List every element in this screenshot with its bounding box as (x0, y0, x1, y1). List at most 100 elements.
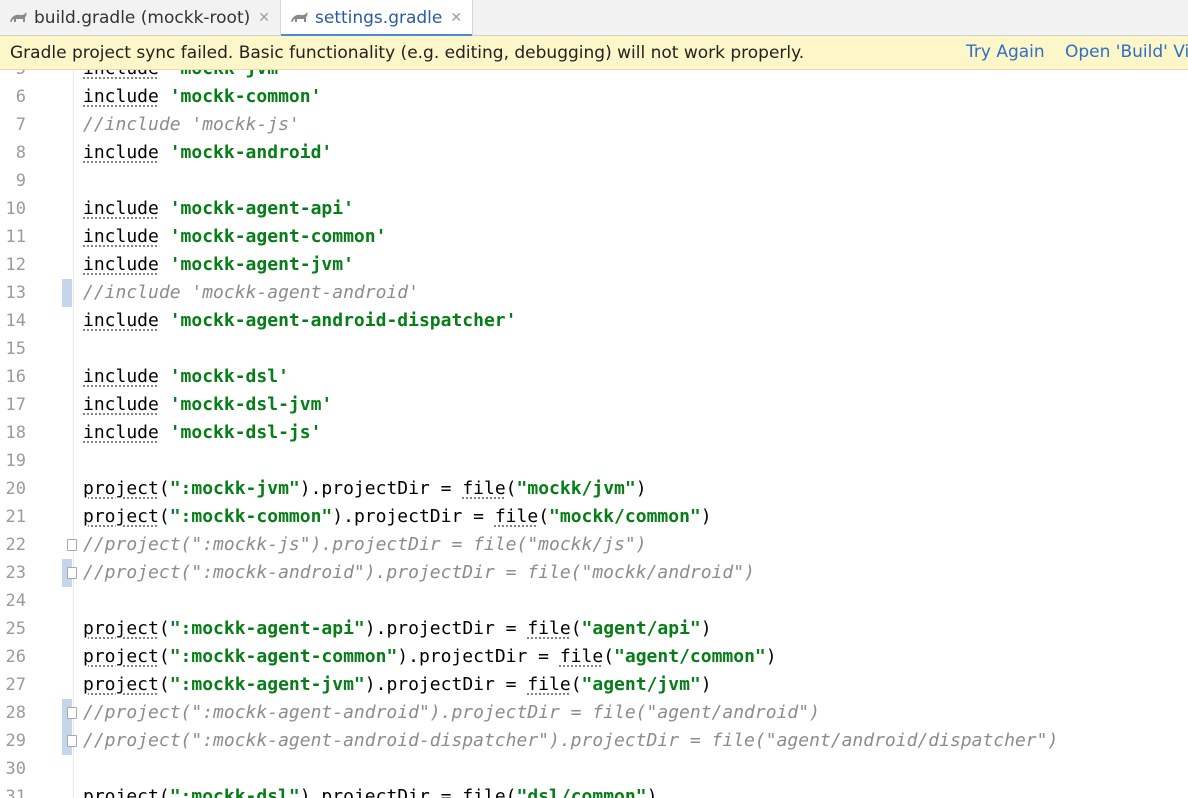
code-punctuation: ) (700, 674, 712, 695)
fold-icon[interactable] (67, 539, 77, 551)
change-marker[interactable] (62, 279, 72, 307)
code-identifier: include (83, 366, 159, 387)
code-identifier: project (83, 506, 159, 527)
open-build-view-link[interactable]: Open 'Build' View (1065, 42, 1188, 62)
line-number: 12 (5, 255, 26, 275)
code-comment: //project(":mockk-agent-android-dispatch… (83, 730, 1059, 751)
line-number: 23 (5, 563, 26, 583)
close-icon[interactable]: ✕ (450, 10, 462, 26)
code-identifier: file (559, 646, 604, 667)
code-line[interactable]: 28 //project(":mockk-agent-android").proj… (0, 699, 1188, 727)
banner-message: Gradle project sync failed. Basic functi… (10, 42, 805, 63)
code-string: ":mockk-agent-jvm" (169, 674, 365, 695)
code-punctuation: ( (158, 646, 170, 667)
code-punctuation: ( (158, 478, 170, 499)
code-punctuation: ).projectDir = (364, 618, 528, 639)
code-line[interactable]: 8 include 'mockk-android' (0, 139, 1188, 167)
line-number: 25 (5, 619, 26, 639)
line-number: 31 (5, 787, 26, 798)
gradle-icon (10, 12, 27, 22)
code-line[interactable]: 26 project(":mockk-agent-common").project… (0, 643, 1188, 671)
tab-settings-gradle[interactable]: settings.gradle ✕ (281, 0, 474, 37)
code-line[interactable]: 11 include 'mockk-agent-common' (0, 223, 1188, 251)
tab-build-gradle[interactable]: build.gradle (mockk-root) ✕ (0, 0, 281, 36)
fold-icon[interactable] (67, 735, 77, 747)
code-line[interactable]: 30 (0, 755, 1188, 783)
code-punctuation: ( (603, 646, 615, 667)
code-string: ":mockk-agent-common" (169, 646, 398, 667)
code-line[interactable]: 17 include 'mockk-dsl-jvm' (0, 391, 1188, 419)
code-line[interactable]: 20 project(":mockk-jvm").projectDir = fil… (0, 475, 1188, 503)
line-number: 28 (5, 703, 26, 723)
code-punctuation: ( (158, 786, 170, 798)
code-line[interactable]: 13 //include 'mockk-agent-android' (0, 279, 1188, 307)
code-line[interactable]: 9 (0, 167, 1188, 195)
code-identifier: include (83, 310, 159, 331)
fold-icon[interactable] (67, 707, 77, 719)
code-identifier: project (83, 786, 159, 798)
code-line[interactable]: 16 include 'mockk-dsl' (0, 363, 1188, 391)
code-line[interactable]: 27 project(":mockk-agent-jvm").projectDir… (0, 671, 1188, 699)
code-identifier: include (83, 254, 159, 275)
code-text: include 'mockk-common' (83, 83, 321, 111)
code-text: project(":mockk-agent-api").projectDir =… (83, 615, 712, 643)
code-line[interactable]: 14 include 'mockk-agent-android-dispatche… (0, 307, 1188, 335)
code-identifier: include (83, 226, 159, 247)
code-line[interactable]: 7 //include 'mockk-js' (0, 111, 1188, 139)
code-line[interactable]: 10 include 'mockk-agent-api' (0, 195, 1188, 223)
code-text: include 'mockk-jvm' (83, 70, 289, 83)
code-identifier: include (83, 394, 159, 415)
code-identifier: file (527, 618, 571, 639)
code-identifier: include (83, 86, 159, 107)
code-line[interactable]: 23 //project(":mockk-android").projectDir… (0, 559, 1188, 587)
code-line[interactable]: 24 (0, 587, 1188, 615)
code-string: 'mockk-jvm' (170, 70, 289, 79)
code-string: 'mockk-dsl-jvm' (169, 394, 333, 415)
code-string: ":mockk-dsl" (169, 786, 300, 798)
code-line[interactable]: 15 (0, 335, 1188, 363)
code-comment: //project(":mockk-android").projectDir =… (83, 562, 755, 583)
code-line[interactable]: 12 include 'mockk-agent-jvm' (0, 251, 1188, 279)
close-icon[interactable]: ✕ (258, 10, 270, 26)
line-number: 29 (5, 731, 26, 751)
code-text: include 'mockk-android' (83, 139, 332, 167)
code-string: 'mockk-dsl' (169, 366, 289, 387)
code-line[interactable]: 25 project(":mockk-agent-api").projectDir… (0, 615, 1188, 643)
code-line[interactable]: 21 project(":mockk-common").projectDir = … (0, 503, 1188, 531)
code-punctuation: ) (765, 646, 777, 667)
code-string: ":mockk-common" (169, 506, 333, 527)
code-line[interactable]: 29 //project(":mockk-agent-android-dispat… (0, 727, 1188, 755)
line-number: 11 (5, 227, 26, 247)
line-number: 14 (5, 311, 26, 331)
code-comment: //project(":mockk-agent-android").projec… (83, 702, 820, 723)
code-punctuation: ( (570, 674, 582, 695)
code-editor[interactable]: 5 include 'mockk-jvm' 6 include 'mockk-comm… (0, 70, 1188, 798)
code-text: include 'mockk-dsl' (83, 363, 289, 391)
fold-icon[interactable] (67, 567, 77, 579)
line-number: 26 (5, 647, 26, 667)
code-line[interactable]: 19 (0, 447, 1188, 475)
code-line[interactable]: 5 include 'mockk-jvm' (0, 70, 1188, 83)
code-identifier: project (83, 674, 159, 695)
code-punctuation (159, 86, 170, 107)
line-number: 7 (15, 115, 26, 135)
code-line[interactable]: 6 include 'mockk-common' (0, 83, 1188, 111)
code-string: "mockk/jvm" (516, 478, 636, 499)
code-text: //project(":mockk-js").projectDir = file… (83, 531, 647, 559)
code-comment: //project(":mockk-js").projectDir = file… (83, 534, 647, 555)
gradle-icon (291, 12, 308, 22)
code-string: 'mockk-android' (169, 142, 333, 163)
code-string: 'mockk-dsl-js' (169, 422, 322, 443)
code-text: project(":mockk-agent-common").projectDi… (83, 643, 777, 671)
code-line[interactable]: 18 include 'mockk-dsl-js' (0, 419, 1188, 447)
line-number: 5 (0, 70, 26, 83)
editor-tab-bar: build.gradle (mockk-root) ✕ settings.gra… (0, 0, 1188, 37)
try-again-link[interactable]: Try Again (966, 42, 1045, 62)
line-number: 17 (5, 395, 26, 415)
code-line[interactable]: 22 //project(":mockk-js").projectDir = fi… (0, 531, 1188, 559)
code-text: //include 'mockk-js' (83, 111, 300, 139)
code-line[interactable]: 31 project(":mockk-dsl").projectDir = fil… (0, 783, 1188, 798)
code-text: include 'mockk-agent-api' (83, 195, 354, 223)
code-punctuation: ) (646, 786, 658, 798)
code-string: 'mockk-agent-api' (169, 198, 354, 219)
